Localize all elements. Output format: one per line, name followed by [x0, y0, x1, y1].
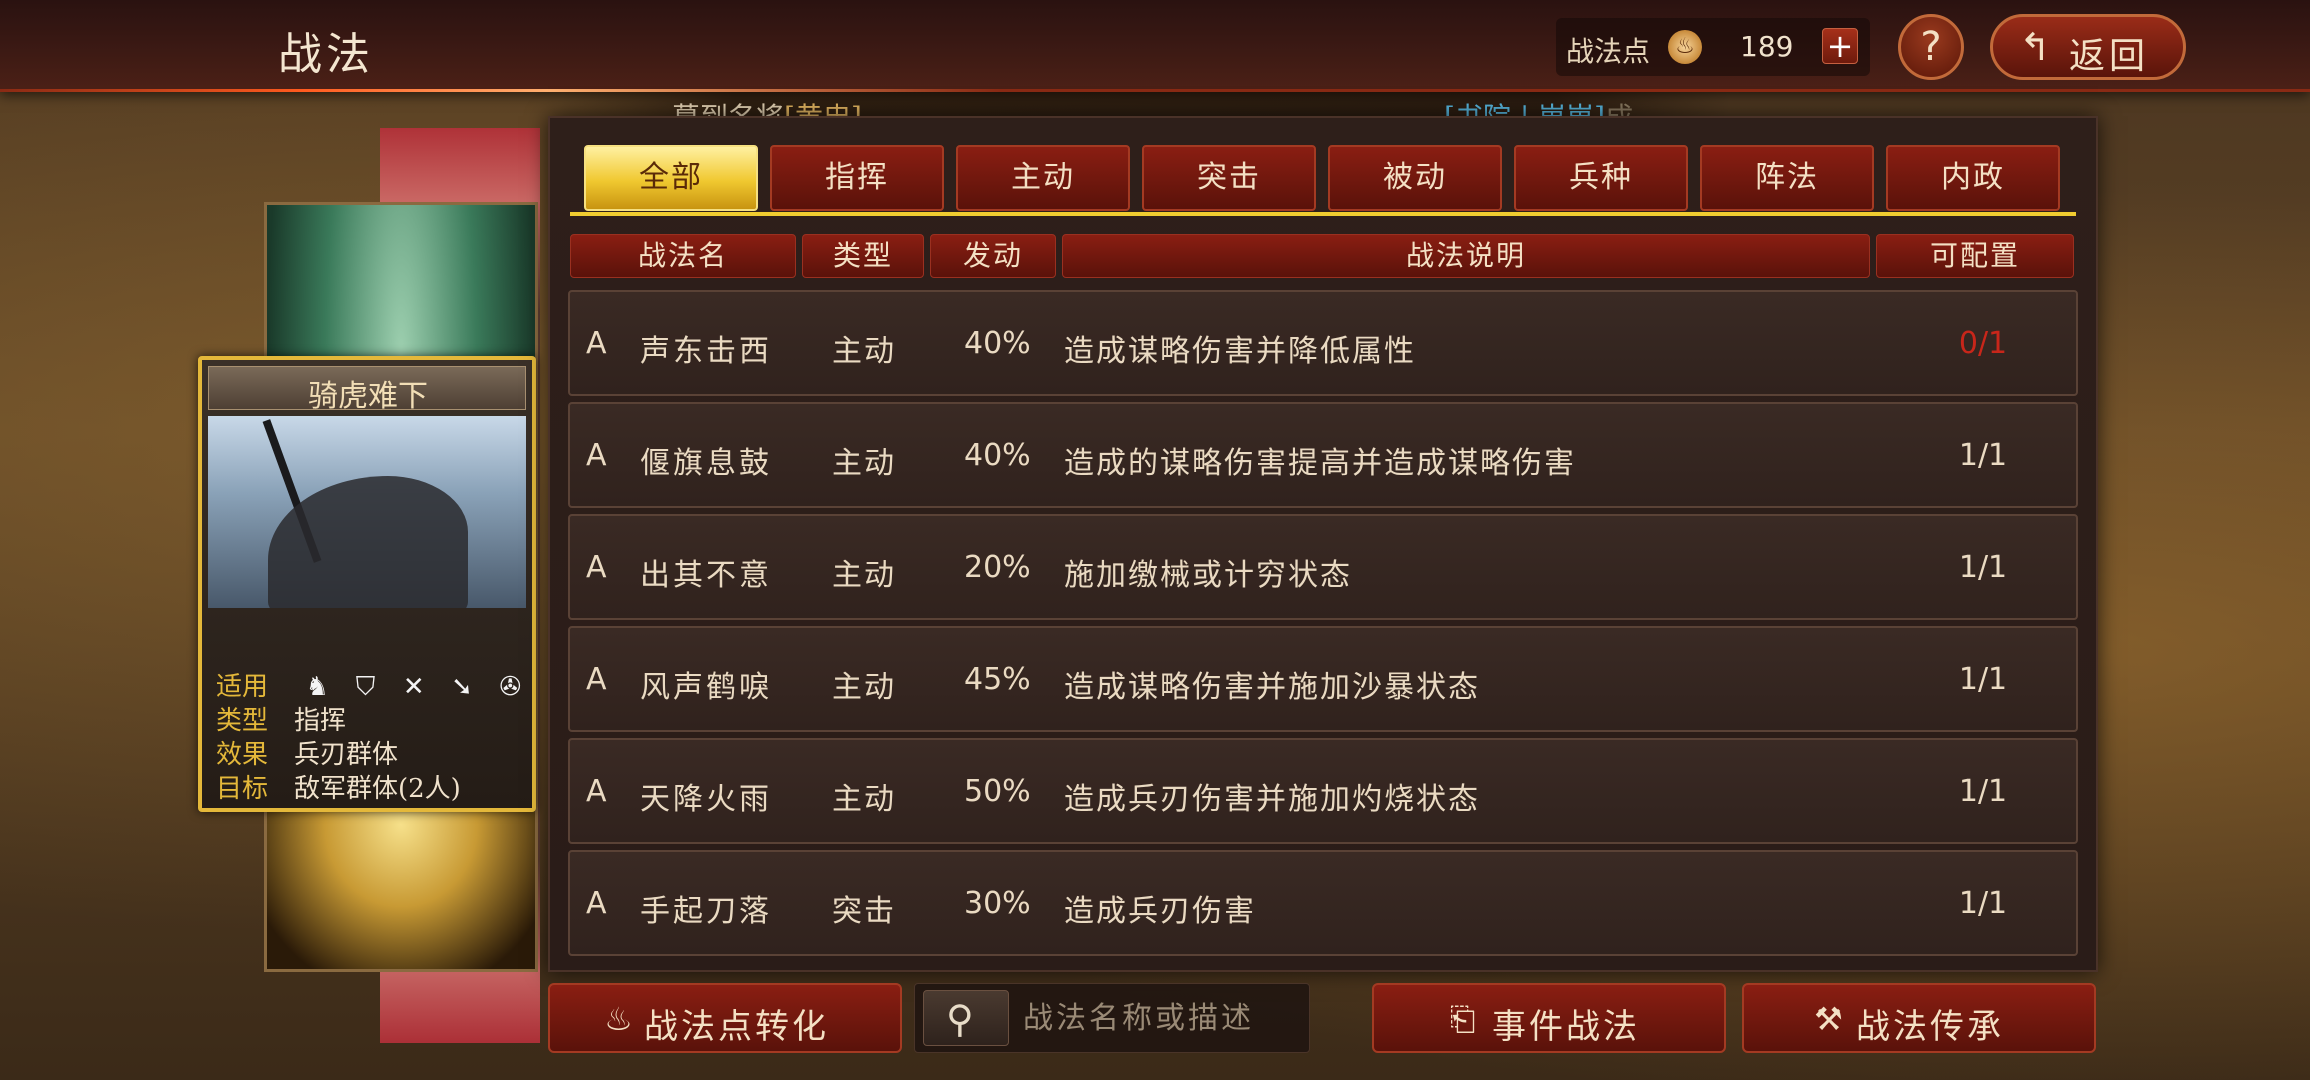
convert-points-label: 战法点转化	[644, 1007, 829, 1047]
skill-grade: A	[586, 774, 607, 809]
search-box: ⚲	[914, 983, 1310, 1053]
skill-inherit-label: 战法传承	[1856, 1007, 2004, 1047]
search-input[interactable]	[1023, 994, 1303, 1042]
skill-description: 造成谋略伤害并降低属性	[1064, 334, 1416, 369]
skill-points-display: 战法点 ♨ 189 +	[1556, 18, 1870, 76]
tab-command[interactable]: 指挥	[770, 145, 944, 211]
card-artwork	[208, 416, 526, 608]
skill-configurable: 1/1	[1958, 774, 2008, 809]
skill-configurable: 1/1	[1958, 662, 2008, 697]
add-points-button[interactable]: +	[1822, 28, 1858, 64]
card-back-bottom-art	[267, 809, 535, 969]
column-header-name: 战法名	[570, 234, 796, 278]
card-info-applicable: 适用 ♞ ⛉ ✕ ➘ ✇	[216, 666, 535, 702]
skill-points-label: 战法点	[1566, 35, 1651, 68]
skill-description: 造成兵刃伤害	[1064, 894, 1256, 929]
skill-rate: 45%	[964, 662, 1031, 697]
scroll-icon: ⎗	[1449, 1000, 1479, 1038]
column-header-rate: 发动	[930, 234, 1056, 278]
skill-row[interactable]: A 出其不意 主动 20% 施加缴械或计穷状态 1/1	[568, 514, 2078, 620]
skill-description: 施加缴械或计穷状态	[1064, 558, 1352, 593]
skill-name: 声东击西	[640, 334, 772, 369]
skill-type: 突击	[832, 894, 896, 929]
page-title: 战法	[278, 29, 374, 80]
skill-configurable: 1/1	[1958, 438, 2008, 473]
tab-all[interactable]: 全部	[584, 145, 758, 211]
skill-type: 主动	[832, 558, 896, 593]
column-header-description: 战法说明	[1062, 234, 1870, 278]
search-icon: ⚲	[946, 997, 974, 1041]
skill-grade: A	[586, 662, 607, 697]
flame-icon: ♨	[604, 1000, 636, 1038]
card-title-bar: 骑虎难下	[208, 366, 526, 414]
skill-configurable: 1/1	[1958, 550, 2008, 585]
column-header-type: 类型	[802, 234, 924, 278]
cavalry-icon: ♞	[305, 672, 329, 702]
tab-passive[interactable]: 被动	[1328, 145, 1502, 211]
skill-grade: A	[586, 550, 607, 585]
card-info-effect: 效果 兵刃群体	[216, 740, 399, 770]
skill-row[interactable]: A 声东击西 主动 40% 造成谋略伤害并降低属性 0/1	[568, 290, 2078, 396]
skill-name: 风声鹤唳	[640, 670, 772, 705]
skill-configurable: 0/1	[1958, 326, 2008, 361]
event-skills-button[interactable]: ⎗ 事件战法	[1372, 983, 1726, 1053]
back-button[interactable]: ↰ 返回	[1990, 14, 2186, 80]
event-skills-label: 事件战法	[1492, 1007, 1640, 1047]
card-info-target: 目标 敌军群体(2人)	[216, 774, 461, 804]
skill-description: 造成兵刃伤害并施加灼烧状态	[1064, 782, 1480, 817]
skill-type: 主动	[832, 670, 896, 705]
skill-row[interactable]: A 偃旗息鼓 主动 40% 造成的谋略伤害提高并造成谋略伤害 1/1	[568, 402, 2078, 508]
skill-rate: 40%	[964, 326, 1031, 361]
flame-icon: ♨	[1668, 30, 1702, 64]
spear-icon: ➘	[451, 672, 473, 702]
skill-row[interactable]: A 风声鹤唳 主动 45% 造成谋略伤害并施加沙暴状态 1/1	[568, 626, 2078, 732]
skill-row[interactable]: A 天降火雨 主动 50% 造成兵刃伤害并施加灼烧状态 1/1	[568, 738, 2078, 844]
card-title: 骑虎难下	[308, 379, 428, 414]
convert-points-button[interactable]: ♨ 战法点转化	[548, 983, 902, 1053]
skill-rate: 50%	[964, 774, 1031, 809]
skill-grade: A	[586, 326, 607, 361]
skill-type: 主动	[832, 334, 896, 369]
tab-formation[interactable]: 阵法	[1700, 145, 1874, 211]
back-arrow-icon: ↰	[2019, 25, 2051, 69]
bow-icon: ✕	[402, 672, 425, 702]
skill-name: 天降火雨	[640, 782, 772, 817]
skill-type: 主动	[832, 782, 896, 817]
skill-name: 手起刀落	[640, 894, 772, 929]
top-bar: 战法 战法点 ♨ 189 + ? ↰ 返回	[0, 0, 2310, 92]
skill-rate: 40%	[964, 438, 1031, 473]
skill-description: 造成的谋略伤害提高并造成谋略伤害	[1064, 446, 1576, 481]
tab-underline	[570, 212, 2076, 216]
siege-icon: ✇	[499, 672, 522, 702]
tab-internal[interactable]: 内政	[1886, 145, 2060, 211]
skill-points-value: 189	[1740, 30, 1794, 63]
card-info-type: 类型 指挥	[216, 706, 347, 736]
skill-row[interactable]: A 手起刀落 突击 30% 造成兵刃伤害 1/1	[568, 850, 2078, 956]
skill-type: 主动	[832, 446, 896, 481]
skill-rate: 30%	[964, 886, 1031, 921]
skill-grade: A	[586, 438, 607, 473]
shield-icon: ⛉	[355, 672, 376, 702]
back-button-label: 返回	[2069, 36, 2150, 77]
skill-configurable: 1/1	[1958, 886, 2008, 921]
selected-skill-card[interactable]: 骑虎难下 适用 ♞ ⛉ ✕ ➘ ✇ 类型 指挥 效果 兵刃群体 目标 敌军群体(2人)	[198, 356, 536, 812]
column-header-configurable: 可配置	[1876, 234, 2074, 278]
skill-name: 出其不意	[640, 558, 772, 593]
skill-grade: A	[586, 886, 607, 921]
tab-active[interactable]: 主动	[956, 145, 1130, 211]
skill-rate: 20%	[964, 550, 1031, 585]
search-button[interactable]: ⚲	[923, 990, 1009, 1046]
tab-assault[interactable]: 突击	[1142, 145, 1316, 211]
skill-inherit-button[interactable]: ⚒ 战法传承	[1742, 983, 2096, 1053]
hammer-icon: ⚒	[1814, 1000, 1846, 1038]
help-button[interactable]: ?	[1898, 14, 1964, 80]
tab-troop[interactable]: 兵种	[1514, 145, 1688, 211]
skill-list-panel: 全部 指挥 主动 突击 被动 兵种 阵法 内政 战法名 类型 发动 战法说明 可…	[548, 116, 2098, 972]
skill-name: 偃旗息鼓	[640, 446, 772, 481]
skill-description: 造成谋略伤害并施加沙暴状态	[1064, 670, 1480, 705]
